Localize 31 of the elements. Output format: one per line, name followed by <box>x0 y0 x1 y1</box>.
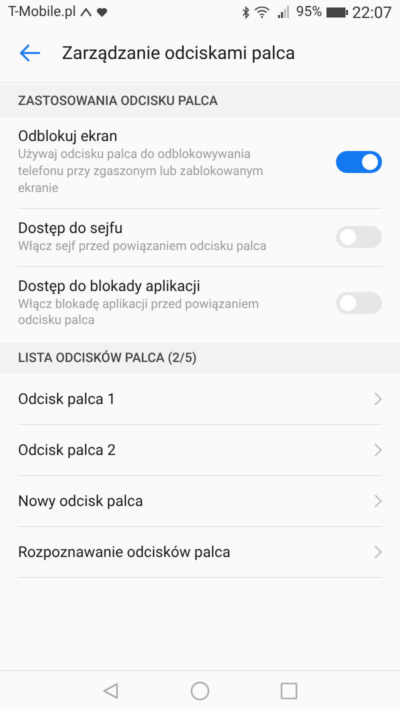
home-button[interactable] <box>190 681 210 701</box>
toggle-switch[interactable] <box>336 292 382 314</box>
bluetooth-icon <box>242 6 250 18</box>
chevron-icon <box>374 443 382 458</box>
chevron-icon <box>374 545 382 560</box>
heart-icon <box>96 6 108 18</box>
battery-percent: 95% <box>296 4 322 20</box>
toggle-switch[interactable] <box>336 226 382 248</box>
recents-button[interactable] <box>280 682 298 700</box>
list-item[interactable]: Odcisk palca 2 <box>18 425 382 476</box>
setting-title: Dostęp do blokady aplikacji <box>18 276 202 294</box>
setting-title: Dostęp do sejfu <box>18 218 124 237</box>
section-header: ZASTOSOWANIA ODCISKU PALCA <box>0 85 400 117</box>
screen-title: Zarządzanie odciskami palca <box>62 42 296 64</box>
wifi-icon <box>254 6 270 18</box>
battery-icon <box>326 6 348 18</box>
list-item[interactable]: Odcisk palca 1 <box>18 374 382 426</box>
clock-time: 22:07 <box>352 2 392 22</box>
setting-description: Używaj odcisku palca do odblokowywania telefonu przy zgaszonym lub zablokowanym ekranie <box>18 147 264 198</box>
back-button[interactable] <box>18 43 42 63</box>
section-header: LISTA ODCISKÓW PALCA (2/5) <box>0 342 400 374</box>
list-item[interactable]: Nowy odcisk palca <box>18 476 382 528</box>
toggle-switch[interactable] <box>336 151 382 174</box>
chevron-icon <box>374 494 382 508</box>
setting-title: Odblokuj ekran <box>18 127 118 145</box>
setting-description: Włącz blokadę aplikacji przed powiązaniem odcisku palca <box>18 296 260 330</box>
back-button[interactable] <box>102 682 120 700</box>
chevron-icon <box>374 392 382 406</box>
carrier-name: T-Mobile.pl <box>8 4 76 20</box>
setting-description: Włącz sejf przed powiązaniem odcisku palca <box>18 238 268 256</box>
list-item[interactable]: Rozpoznawanie odcisków palca <box>18 527 382 578</box>
